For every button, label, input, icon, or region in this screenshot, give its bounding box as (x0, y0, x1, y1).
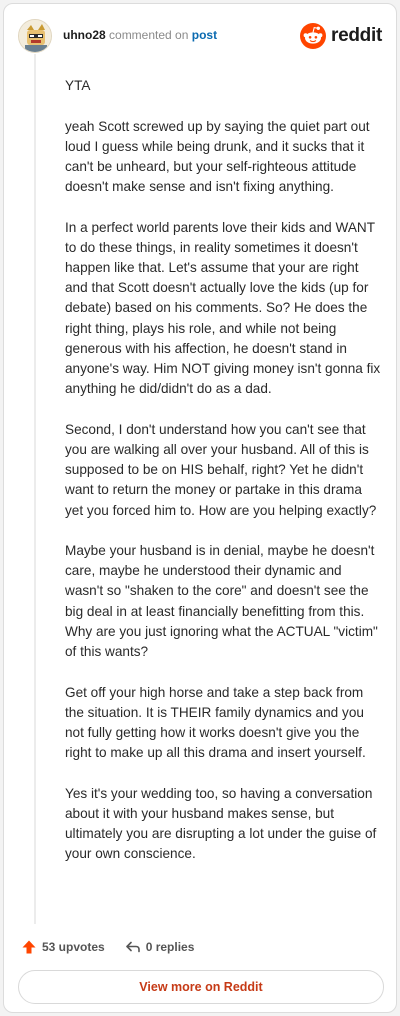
upvote-button[interactable]: 53 upvotes (21, 939, 105, 955)
comment-paragraph: Second, I don't understand how you can't… (65, 421, 377, 518)
username-link[interactable]: uhno28 (63, 28, 106, 42)
thread-line (34, 54, 36, 924)
comment-paragraph: Maybe your husband is in denial, maybe h… (65, 543, 378, 660)
reply-count: 0 replies (145, 940, 195, 954)
comment-footer: 53 upvotes 0 replies (21, 936, 194, 958)
reply-arrow-icon (125, 941, 140, 953)
upvote-arrow-icon (22, 940, 36, 954)
comment-paragraph: YTA (65, 78, 91, 93)
comment-paragraph: In a perfect world parents love their ki… (65, 219, 381, 397)
avatar[interactable] (18, 19, 52, 53)
comment-body: YTA yeah Scott screwed up by saying the … (65, 76, 383, 885)
avatar-icon (19, 20, 51, 52)
comment-paragraph: Yes it's your wedding too, so having a c… (65, 785, 377, 862)
view-more-button[interactable]: View more on Reddit (18, 970, 384, 1004)
brand-wordmark: reddit (331, 25, 382, 46)
post-link[interactable]: post (192, 28, 217, 42)
reply-button[interactable]: 0 replies (125, 939, 195, 955)
upvote-count: 53 upvotes (42, 940, 105, 954)
action-text: commented on (109, 28, 189, 42)
comment-paragraph: Get off your high horse and take a step … (65, 684, 366, 761)
comment-card: uhno28 commented on post reddit YTA yeah… (3, 3, 397, 1013)
comment-paragraph: yeah Scott screwed up by saying the quie… (65, 118, 370, 195)
comment-meta: uhno28 commented on post (63, 28, 217, 42)
reddit-snoo-icon (300, 23, 327, 49)
reddit-brand[interactable]: reddit (300, 22, 382, 50)
comment-header: uhno28 commented on post reddit (18, 18, 382, 54)
